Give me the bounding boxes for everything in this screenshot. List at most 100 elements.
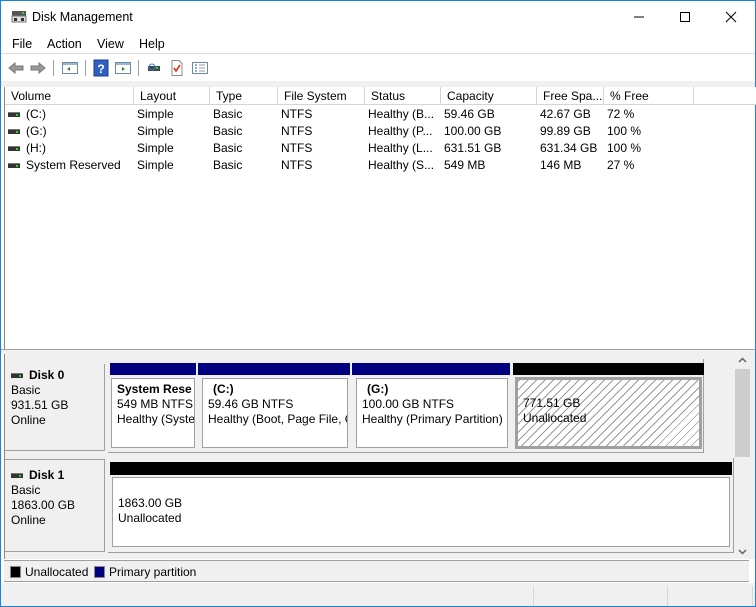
cell-layout: Simple [137, 141, 174, 155]
volume-icon [8, 129, 20, 135]
window-title: Disk Management [32, 10, 133, 24]
cell-type: Basic [213, 107, 243, 121]
table-row[interactable]: (G:) Simple Basic NTFS Healthy (P... 100.00 G… [5, 123, 756, 140]
table-row[interactable]: System Reserved Simple Basic NTFS Healthy (S… [5, 157, 756, 174]
menu-file[interactable]: File [12, 37, 32, 51]
disk-0-size: 931.51 GB [11, 398, 69, 412]
cell-volume: (H:) [8, 140, 46, 157]
cell-status: Healthy (B... [368, 107, 435, 121]
disk-1-size: 1863.00 GB [11, 498, 76, 512]
disk-icon [11, 373, 23, 379]
volume-list[interactable]: Volume Layout Type File System Status Ca… [4, 87, 756, 349]
minimize-icon [634, 16, 644, 17]
title-bar: Disk Management [1, 1, 755, 32]
partition-bar-unallocated [513, 363, 704, 375]
menu-action[interactable]: Action [47, 37, 82, 51]
disk-icon [11, 473, 23, 479]
minimize-button[interactable] [616, 1, 662, 32]
scroll-up-icon[interactable] [738, 357, 747, 363]
disk-0-type: Basic [11, 383, 41, 397]
cell-type: Basic [213, 124, 243, 138]
status-separator [752, 586, 753, 606]
connect-disk-icon[interactable] [145, 59, 163, 77]
column-header-type[interactable]: Type [210, 87, 278, 105]
svg-text:?: ? [97, 62, 104, 76]
cell-volume: System Reserved [8, 157, 121, 174]
cell-status: Healthy (L... [368, 141, 433, 155]
disk-1-info[interactable]: Disk 1 Basic 1863.00 GB Online [5, 459, 105, 552]
menu-view[interactable]: View [97, 37, 124, 51]
cell-free: 99.89 GB [540, 124, 591, 138]
toolbar: ? [1, 55, 755, 81]
cell-free: 146 MB [540, 158, 582, 172]
cell-free: 42.67 GB [540, 107, 591, 121]
status-separator [533, 586, 534, 606]
disk-graphical-view: Disk 0 Basic 931.51 GB Online System Res… [4, 354, 755, 559]
cell-layout: Simple [137, 124, 174, 138]
partition-c[interactable]: (C:) 59.46 GB NTFS Healthy (Boot, Page F… [202, 378, 348, 448]
unallocated-space-disk-0[interactable]: 771.51 GB Unallocated [515, 377, 702, 449]
column-header-percent-free[interactable]: % Free [604, 87, 694, 105]
cell-fs: NTFS [281, 158, 313, 172]
cell-capacity: 59.46 GB [444, 107, 495, 121]
maximize-icon [680, 11, 690, 22]
cell-volume: (C:) [8, 106, 46, 123]
list-view-icon[interactable] [191, 59, 209, 77]
scroll-thumb[interactable] [735, 369, 750, 457]
toolbar-separator [85, 60, 86, 76]
menu-help[interactable]: Help [139, 37, 165, 51]
column-header-volume[interactable]: Volume [5, 87, 134, 105]
show-hide-action-pane-icon[interactable] [114, 59, 132, 77]
cell-type: Basic [213, 141, 243, 155]
partition-g[interactable]: (G:) 100.00 GB NTFS Healthy (Primary Par… [356, 378, 508, 448]
disk-1-partitions: 1863.00 GB Unallocated [108, 458, 734, 553]
graphical-view-scrollbar[interactable] [734, 354, 751, 559]
maximize-button[interactable] [662, 1, 708, 32]
cell-layout: Simple [137, 107, 174, 121]
legend-swatch-primary-partition [94, 566, 105, 578]
column-header-filler [694, 87, 756, 105]
cell-capacity: 631.51 GB [444, 141, 502, 155]
column-header-status[interactable]: Status [365, 87, 441, 105]
close-button[interactable] [708, 1, 754, 32]
legend-label-primary-partition: Primary partition [109, 565, 197, 579]
legend: Unallocated Primary partition [4, 560, 749, 582]
column-header-file-system[interactable]: File System [278, 87, 365, 105]
cell-fs: NTFS [281, 124, 313, 138]
status-separator [667, 586, 668, 606]
disk-management-window: Disk Management File Action View Help ? … [0, 0, 756, 607]
cell-fs: NTFS [281, 141, 313, 155]
status-bar [1, 583, 755, 606]
partition-system-reserved[interactable]: System Rese 549 MB NTFS Healthy (Syste [111, 378, 195, 448]
partition-bar-primary [198, 363, 350, 375]
close-icon [725, 11, 737, 22]
column-header-layout[interactable]: Layout [134, 87, 210, 105]
cell-pct: 27 % [607, 158, 635, 172]
disk-0-state: Online [11, 413, 46, 427]
toolbar-separator [53, 60, 54, 76]
scroll-down-icon[interactable] [738, 549, 747, 555]
column-header-free-space[interactable]: Free Spa... [537, 87, 604, 105]
back-icon[interactable] [7, 59, 25, 77]
table-row[interactable]: (H:) Simple Basic NTFS Healthy (L... 631.51 G… [5, 140, 756, 157]
legend-label-unallocated: Unallocated [25, 565, 89, 579]
forward-icon[interactable] [29, 59, 47, 77]
disk-0-info[interactable]: Disk 0 Basic 931.51 GB Online [5, 364, 105, 451]
cell-pct: 100 % [607, 124, 642, 138]
cell-status: Healthy (P... [368, 124, 433, 138]
cell-pct: 100 % [607, 141, 642, 155]
show-hide-console-tree-icon[interactable] [61, 59, 79, 77]
disk-1-state: Online [11, 513, 46, 527]
cell-capacity: 100.00 GB [444, 124, 502, 138]
cell-fs: NTFS [281, 107, 313, 121]
properties-icon[interactable] [168, 59, 186, 77]
legend-swatch-unallocated [10, 566, 21, 578]
cell-pct: 72 % [607, 107, 635, 121]
partition-bar-primary [352, 363, 510, 375]
cell-capacity: 549 MB [444, 158, 486, 172]
help-icon[interactable]: ? [92, 59, 110, 77]
table-row[interactable]: (C:) Simple Basic NTFS Healthy (B... 59.46 GB… [5, 106, 756, 123]
unallocated-space-disk-1[interactable]: 1863.00 GB Unallocated [112, 477, 730, 547]
column-header-capacity[interactable]: Capacity [441, 87, 537, 105]
cell-free: 631.34 GB [540, 141, 598, 155]
